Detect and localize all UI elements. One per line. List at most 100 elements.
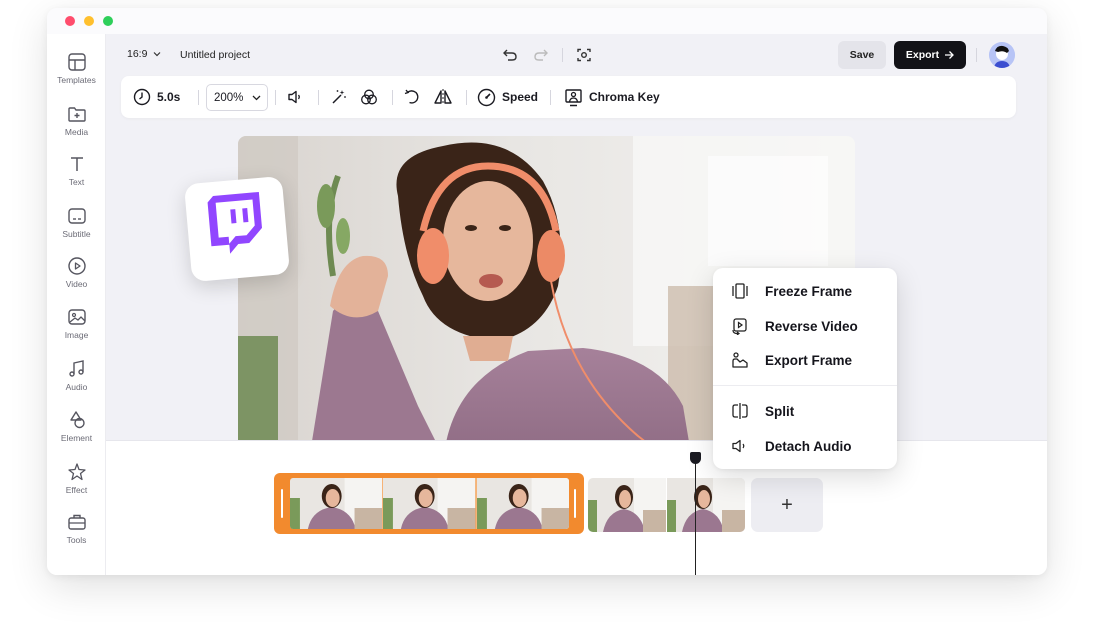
divider [562,48,563,62]
menu-item-export-frame[interactable]: Export Frame [713,345,897,375]
tools-icon [67,514,86,530]
sidebar-item-video[interactable]: Video [47,256,106,302]
menu-item-label: Detach Audio [765,439,852,454]
screenshot-button[interactable] [574,45,594,65]
sidebar-item-image[interactable]: Image [47,307,106,353]
aspect-ratio-select[interactable]: 16:9 [127,48,161,60]
undo-button[interactable] [500,45,520,65]
chroma-key-button[interactable]: Chroma Key [564,76,660,118]
templates-icon [67,53,86,71]
speaker-icon [288,90,300,104]
menu-item-split[interactable]: Split [713,396,897,426]
clip-thumbnail [476,478,569,529]
preview-canvas [106,118,1047,466]
avatar[interactable] [989,42,1015,68]
minimize-window-button[interactable] [84,16,94,26]
sidebar-item-label: Tools [66,535,87,545]
zoom-select[interactable]: 200% [206,84,268,111]
zoom-value: 200% [214,91,244,104]
clock-icon [133,88,151,106]
sidebar-item-label: Video [65,279,88,289]
speed-button[interactable]: Speed [477,76,538,118]
sidebar-item-text[interactable]: Text [47,154,106,200]
color-filter-icon [361,89,377,105]
video-icon [67,257,86,275]
sidebar-item-templates[interactable]: Templates [47,52,106,98]
filters-button[interactable] [360,76,378,118]
close-window-button[interactable] [65,16,75,26]
menu-item-label: Export Frame [765,353,853,368]
duration-value: 5.0s [157,90,181,104]
sidebar-item-audio[interactable]: Audio [47,359,106,405]
sidebar-item-label: Subtitle [62,229,91,239]
divider [275,90,276,105]
clip-thumbnail [290,478,384,529]
effect-icon [67,463,86,481]
add-clip-button[interactable]: + [751,478,823,532]
clip-thumbnail [383,478,477,529]
app-window: Templates Media Text Subtitle Video Imag… [47,8,1047,575]
divider [318,90,319,105]
timeline: + [106,440,1047,575]
split-icon [732,403,748,419]
image-icon [67,309,86,325]
playhead-handle[interactable] [690,452,701,464]
clip-thumbnails [290,478,569,529]
chevron-down-icon [252,95,261,101]
detach-audio-icon [732,439,745,453]
menu-item-reverse-video[interactable]: Reverse Video [713,311,897,341]
export-frame-icon [732,352,748,368]
duration-control[interactable]: 5.0s [133,76,180,118]
clip-thumbnail [588,478,667,532]
sidebar-item-element[interactable]: Element [47,410,106,456]
sidebar-item-label: Text [68,177,85,187]
menu-item-label: Reverse Video [765,319,858,334]
aspect-ratio-value: 16:9 [127,48,148,60]
clip-trim-handle-right[interactable] [574,489,576,518]
magic-edit-button[interactable] [330,76,348,118]
menu-item-label: Freeze Frame [765,284,853,299]
top-bar: 16:9 Untitled project Save Export [106,34,1047,76]
sidebar-item-label: Audio [65,382,88,392]
text-icon [70,157,83,171]
clip-trim-handle-left[interactable] [281,489,283,518]
media-icon [67,107,86,122]
sidebar-item-tools[interactable]: Tools [47,512,106,558]
clip-thumbnail [667,478,745,532]
export-label: Export [905,49,940,61]
maximize-window-button[interactable] [103,16,113,26]
volume-button[interactable] [286,76,304,118]
title-bar [47,8,1047,34]
menu-item-freeze-frame[interactable]: Freeze Frame [713,276,897,306]
sidebar-item-label: Templates [57,75,96,85]
selected-clip[interactable] [274,473,584,534]
flip-button[interactable] [433,76,453,118]
redo-icon [534,49,548,61]
magic-wand-icon [332,90,346,104]
timeline-clip[interactable] [588,478,745,532]
camera-focus-icon [577,48,591,62]
arrow-right-icon [945,51,955,59]
sidebar-item-media[interactable]: Media [47,104,106,150]
flip-icon [434,89,452,105]
sidebar-item-effect[interactable]: Effect [47,462,106,508]
sidebar-item-subtitle[interactable]: Subtitle [47,206,106,252]
export-button[interactable]: Export [894,41,966,69]
save-button[interactable]: Save [838,41,886,69]
sidebar-item-label: Element [60,433,93,443]
chroma-key-label: Chroma Key [589,90,660,104]
clip-context-menu: Freeze Frame Reverse Video Export Frame … [713,268,897,469]
editor-main: 16:9 Untitled project Save Export 5.0s 2… [106,34,1047,575]
twitch-logo-icon [207,191,262,254]
playhead[interactable] [690,452,701,575]
sidebar-item-label: Media [64,127,89,137]
speed-label: Speed [502,90,539,104]
rotate-button[interactable] [403,76,421,118]
clip-toolbar: 5.0s 200% Speed Chroma Key [121,76,1016,118]
project-name[interactable]: Untitled project [180,49,250,61]
divider [976,48,977,62]
chevron-down-icon [154,52,161,57]
redo-button[interactable] [531,45,551,65]
divider [198,90,199,105]
menu-item-detach-audio[interactable]: Detach Audio [713,431,897,461]
